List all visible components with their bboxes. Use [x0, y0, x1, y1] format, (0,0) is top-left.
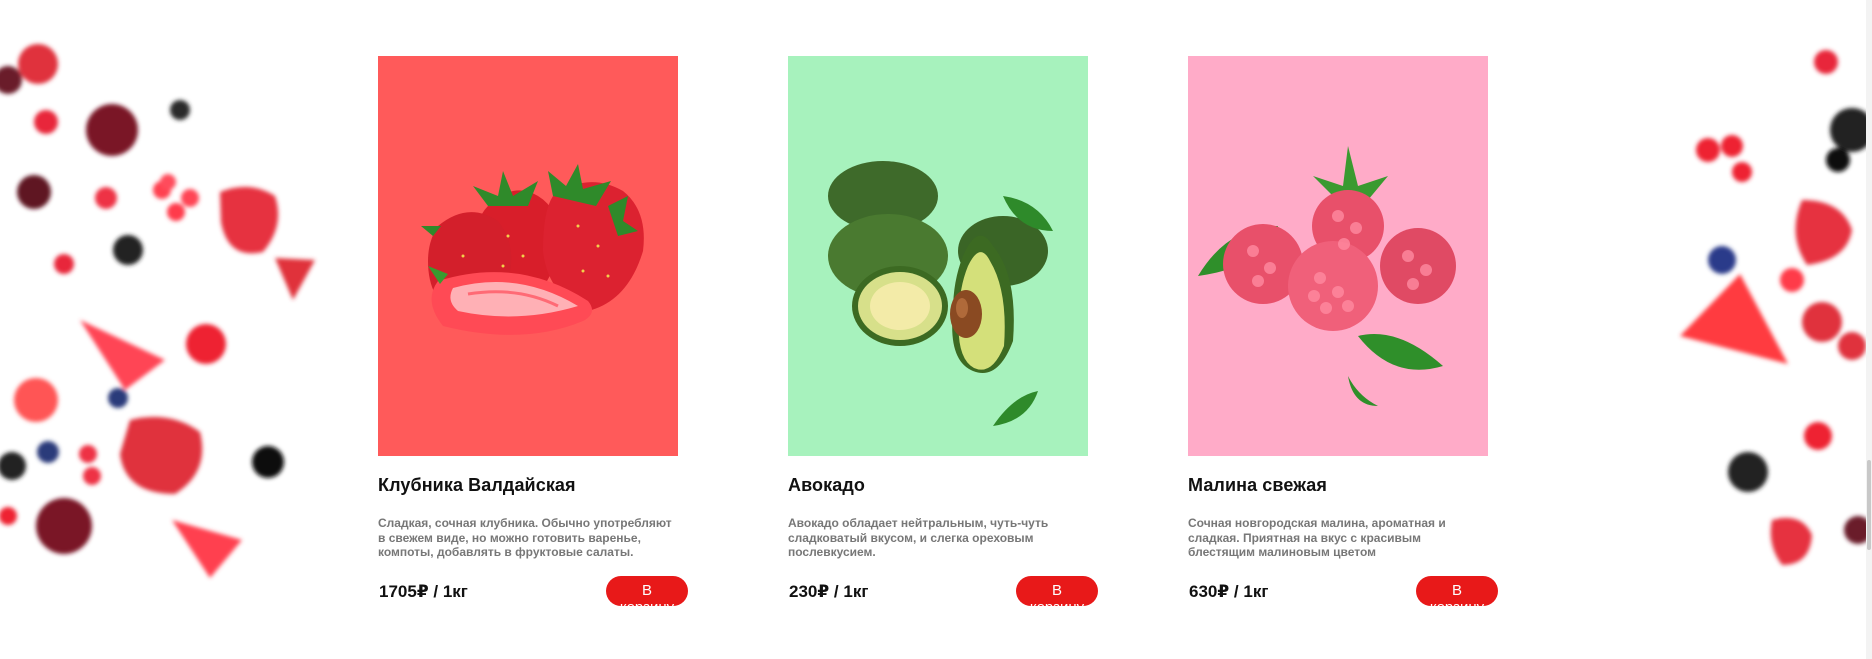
add-to-cart-button[interactable]: В корзину [606, 576, 688, 616]
product-image [1188, 56, 1488, 456]
product-card: Авокадо Авокадо обладает нейтральным, чу… [788, 56, 1098, 616]
product-footer: 230₽ / 1кг В корзину [788, 576, 1098, 616]
product-image [788, 56, 1088, 456]
product-grid: Клубника Валдайская Сладкая, сочная клуб… [0, 0, 1872, 659]
product-card: Клубника Валдайская Сладкая, сочная клуб… [378, 56, 688, 616]
product-title: Авокадо [788, 475, 865, 495]
product-description: Сочная новгородская малина, ароматная и … [1188, 516, 1446, 559]
add-to-cart-button[interactable]: В корзину [1016, 576, 1098, 616]
raspberry-image [1198, 146, 1456, 406]
product-description: Авокадо обладает нейтральным, чуть-чуть … [788, 516, 1049, 559]
product-description: Сладкая, сочная клубника. Обычно употреб… [378, 516, 672, 559]
strawberry-image [421, 164, 644, 335]
product-title: Клубника Валдайская [378, 475, 576, 495]
product-price: 630₽ / 1кг [1189, 582, 1269, 601]
product-price: 230₽ / 1кг [789, 582, 869, 601]
product-footer: 1705₽ / 1кг В корзину [378, 576, 688, 616]
product-image [378, 56, 678, 456]
product-price: 1705₽ / 1кг [379, 582, 468, 601]
add-to-cart-button[interactable]: В корзину [1416, 576, 1498, 616]
product-title: Малина свежая [1188, 475, 1328, 495]
product-footer: 630₽ / 1кг В корзину [1188, 576, 1498, 616]
avocado-image [828, 161, 1053, 426]
product-card: Малина свежая Сочная новгородская малина… [1188, 56, 1498, 616]
